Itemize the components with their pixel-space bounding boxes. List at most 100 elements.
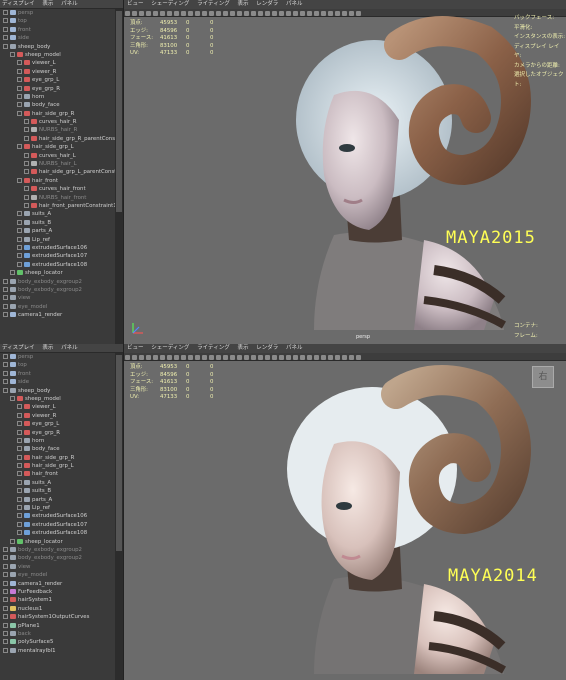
outliner-item[interactable]: front bbox=[0, 370, 115, 378]
outliner-item[interactable]: persp bbox=[0, 353, 115, 361]
outliner-item[interactable]: suits_B bbox=[0, 487, 115, 495]
viewcube-icon[interactable]: 右 bbox=[532, 366, 554, 388]
expand-toggle-icon[interactable] bbox=[24, 161, 29, 167]
outliner-item[interactable]: nucleus1 bbox=[0, 605, 115, 613]
outliner-item[interactable]: hair_side_grp_L bbox=[0, 143, 115, 151]
outliner-item[interactable]: NURBS_hair_L bbox=[0, 160, 115, 168]
expand-toggle-icon[interactable] bbox=[3, 546, 8, 552]
outliner-item[interactable]: curves_hair_front bbox=[0, 185, 115, 193]
toolbar-icon[interactable] bbox=[132, 354, 137, 360]
toolbar-icon[interactable] bbox=[139, 354, 144, 360]
expand-toggle-icon[interactable] bbox=[3, 354, 8, 359]
outliner-item[interactable]: body_face bbox=[0, 101, 115, 109]
expand-toggle-icon[interactable] bbox=[17, 60, 22, 66]
expand-toggle-icon[interactable] bbox=[3, 572, 8, 578]
expand-toggle-icon[interactable] bbox=[3, 588, 8, 594]
expand-toggle-icon[interactable] bbox=[17, 404, 22, 410]
outliner-item[interactable]: suits_B bbox=[0, 219, 115, 227]
expand-toggle-icon[interactable] bbox=[3, 647, 8, 653]
expand-toggle-icon[interactable] bbox=[3, 286, 8, 292]
expand-toggle-icon[interactable] bbox=[17, 521, 22, 527]
toolbar-icon[interactable] bbox=[125, 354, 130, 360]
outliner-item[interactable]: eye_model bbox=[0, 303, 115, 311]
outliner-item[interactable]: eye_model bbox=[0, 571, 115, 579]
outliner-item[interactable]: viewer_R bbox=[0, 412, 115, 420]
expand-toggle-icon[interactable] bbox=[17, 454, 22, 460]
outliner-item[interactable]: body_exbody_exgroup2 bbox=[0, 546, 115, 554]
outliner-item[interactable]: hairSystem1 bbox=[0, 596, 115, 604]
outliner-item[interactable]: extrudedSurface108 bbox=[0, 529, 115, 537]
outliner-item[interactable]: viewer_L bbox=[0, 403, 115, 411]
outliner-item[interactable]: eye_grp_L bbox=[0, 76, 115, 84]
outliner-item[interactable]: view bbox=[0, 563, 115, 571]
outliner-item[interactable]: hairSystem1OutputCurves bbox=[0, 613, 115, 621]
outliner-item[interactable]: Lip_ref bbox=[0, 504, 115, 512]
toolbar-icon[interactable] bbox=[146, 354, 151, 360]
expand-toggle-icon[interactable] bbox=[17, 471, 22, 477]
outliner-item[interactable]: sheep_locator bbox=[0, 269, 115, 277]
outliner-scrollbar[interactable] bbox=[115, 353, 123, 680]
expand-toggle-icon[interactable] bbox=[10, 395, 15, 401]
expand-toggle-icon[interactable] bbox=[24, 194, 29, 200]
outliner-item[interactable]: top bbox=[0, 361, 115, 369]
menu-display[interactable]: ディスプレイ bbox=[2, 1, 35, 7]
menu-panels[interactable]: パネル bbox=[61, 345, 78, 351]
outliner-item[interactable]: top bbox=[0, 17, 115, 25]
outliner-item[interactable]: viewer_L bbox=[0, 59, 115, 67]
expand-toggle-icon[interactable] bbox=[3, 295, 8, 301]
expand-toggle-icon[interactable] bbox=[3, 597, 8, 603]
outliner-item[interactable]: back bbox=[0, 630, 115, 638]
toolbar-icon[interactable] bbox=[160, 10, 165, 16]
toolbar-icon[interactable] bbox=[153, 10, 158, 16]
outliner-item[interactable]: extrudedSurface107 bbox=[0, 252, 115, 260]
expand-toggle-icon[interactable] bbox=[17, 228, 22, 234]
outliner-item[interactable]: suits_A bbox=[0, 479, 115, 487]
expand-toggle-icon[interactable] bbox=[17, 219, 22, 225]
menu-view[interactable]: ビュー bbox=[127, 345, 144, 351]
expand-toggle-icon[interactable] bbox=[3, 362, 8, 368]
expand-toggle-icon[interactable] bbox=[17, 429, 22, 435]
toolbar-icon[interactable] bbox=[132, 10, 137, 16]
outliner-item[interactable]: curves_hair_L bbox=[0, 152, 115, 160]
outliner-item[interactable]: extrudedSurface106 bbox=[0, 512, 115, 520]
outliner-item[interactable]: view bbox=[0, 294, 115, 302]
expand-toggle-icon[interactable] bbox=[3, 605, 8, 611]
viewport-panel[interactable]: ビュー シェーディング ライティング 表示 レンダラ パネル 頂点: 45953… bbox=[124, 0, 566, 344]
expand-toggle-icon[interactable] bbox=[24, 152, 29, 158]
outliner-item[interactable]: NURBS_hair_front bbox=[0, 194, 115, 202]
expand-toggle-icon[interactable] bbox=[17, 177, 22, 183]
outliner-item[interactable]: hair_front_parentConstraint1 bbox=[0, 202, 115, 210]
scrollbar-thumb[interactable] bbox=[116, 355, 122, 552]
outliner-item[interactable]: Lip_ref bbox=[0, 236, 115, 244]
expand-toggle-icon[interactable] bbox=[3, 622, 8, 628]
menu-panels[interactable]: パネル bbox=[61, 1, 78, 7]
expand-toggle-icon[interactable] bbox=[17, 211, 22, 217]
expand-toggle-icon[interactable] bbox=[3, 35, 8, 41]
outliner-item[interactable]: hair_side_grp_R bbox=[0, 454, 115, 462]
toolbar-icon[interactable] bbox=[174, 10, 179, 16]
expand-toggle-icon[interactable] bbox=[3, 26, 8, 32]
expand-toggle-icon[interactable] bbox=[17, 479, 22, 485]
expand-toggle-icon[interactable] bbox=[17, 85, 22, 91]
outliner-item[interactable]: hair_side_grp_L_parentConst bbox=[0, 168, 115, 176]
expand-toggle-icon[interactable] bbox=[17, 412, 22, 418]
outliner-item[interactable]: eye_grp_R bbox=[0, 85, 115, 93]
outliner-item[interactable]: eye_grp_L bbox=[0, 420, 115, 428]
outliner-item[interactable]: extrudedSurface108 bbox=[0, 261, 115, 269]
outliner-item[interactable]: hair_side_grp_R_parentConst bbox=[0, 135, 115, 143]
menu-show[interactable]: 表示 bbox=[42, 1, 53, 7]
expand-toggle-icon[interactable] bbox=[17, 488, 22, 494]
menu-show[interactable]: 表示 bbox=[42, 345, 53, 351]
expand-toggle-icon[interactable] bbox=[3, 10, 8, 15]
expand-toggle-icon[interactable] bbox=[17, 68, 22, 74]
outliner-item[interactable]: FurFeedback bbox=[0, 588, 115, 596]
outliner-item[interactable]: parts_A bbox=[0, 496, 115, 504]
toolbar-icon[interactable] bbox=[167, 354, 172, 360]
expand-toggle-icon[interactable] bbox=[3, 312, 8, 318]
outliner-item[interactable]: side bbox=[0, 34, 115, 42]
expand-toggle-icon[interactable] bbox=[17, 253, 22, 259]
expand-toggle-icon[interactable] bbox=[17, 77, 22, 83]
expand-toggle-icon[interactable] bbox=[17, 437, 22, 443]
menu-view[interactable]: ビュー bbox=[127, 1, 144, 7]
expand-toggle-icon[interactable] bbox=[17, 446, 22, 452]
